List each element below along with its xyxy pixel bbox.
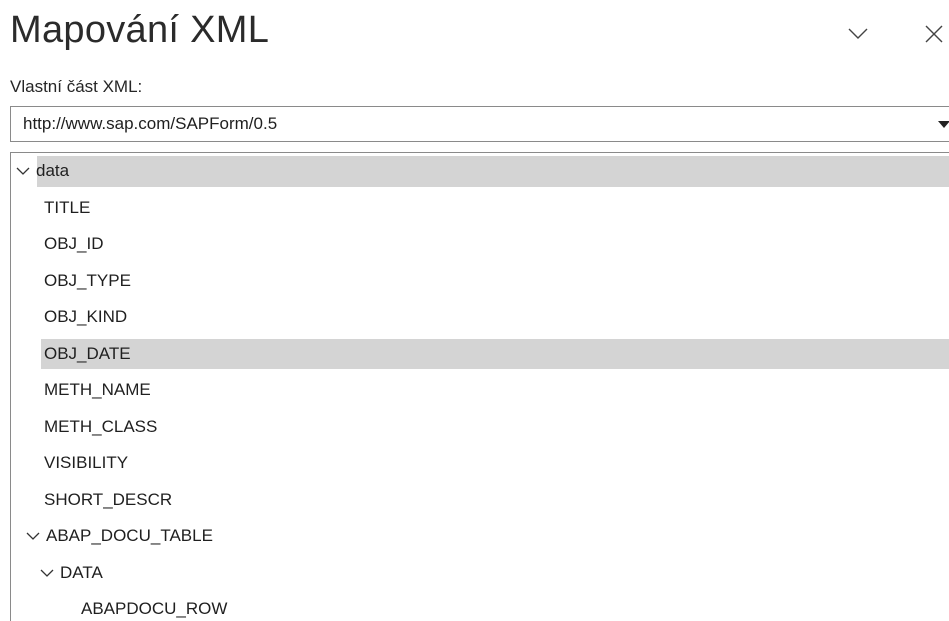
tree-node[interactable]: TITLE: [11, 190, 949, 227]
tree-node-label: ABAPDOCU_ROW: [81, 599, 228, 619]
tree-node[interactable]: OBJ_TYPE: [11, 263, 949, 300]
tree-node[interactable]: OBJ_DATE: [11, 336, 949, 373]
chevron-down-icon[interactable]: [25, 530, 41, 542]
xml-tree-view[interactable]: data TITLE OBJ_ID OBJ_TYPE OBJ_KIND OBJ_DATE M…: [10, 152, 949, 621]
tree-node[interactable]: METH_NAME: [11, 372, 949, 409]
close-icon: [925, 25, 943, 43]
tree-node-label: VISIBILITY: [44, 453, 129, 473]
tree-node-label: OBJ_TYPE: [44, 270, 131, 290]
tree-node-label: OBJ_DATE: [44, 343, 131, 363]
tree-node-label: ABAP_DOCU_TABLE: [46, 526, 213, 546]
tree-node-label: METH_CLASS: [44, 416, 158, 436]
tree-node[interactable]: OBJ_ID: [11, 226, 949, 263]
chevron-down-icon[interactable]: [15, 165, 31, 177]
chevron-down-icon: [848, 28, 868, 39]
tree-node[interactable]: SHORT_DESCR: [11, 482, 949, 519]
tree-node-label: DATA: [60, 562, 103, 582]
tree-node[interactable]: DATA: [11, 555, 949, 592]
custom-xml-part-label: Vlastní část XML:: [10, 77, 143, 96]
close-pane-button[interactable]: [918, 18, 949, 50]
tree-node-label: SHORT_DESCR: [44, 489, 173, 509]
chevron-down-icon[interactable]: [39, 567, 55, 579]
tree-node-label: OBJ_KIND: [44, 307, 128, 327]
pane-options-button[interactable]: [842, 18, 874, 50]
tree-node[interactable]: METH_CLASS: [11, 409, 949, 446]
tree-node-label: METH_NAME: [44, 380, 151, 400]
pane-title: Mapování XML: [10, 9, 270, 51]
triangle-down-icon: [938, 121, 949, 128]
tree-node[interactable]: OBJ_KIND: [11, 299, 949, 336]
custom-xml-part-value: http://www.sap.com/SAPForm/0.5: [23, 114, 278, 133]
tree-node[interactable]: ABAP_DOCU_TABLE: [11, 518, 949, 555]
xml-mapping-pane: Mapování XML Vlastní část XML: http://ww…: [0, 0, 949, 621]
tree-node[interactable]: ABAPDOCU_ROW: [11, 591, 949, 621]
tree-node-label: OBJ_ID: [44, 234, 104, 254]
custom-xml-part-dropdown[interactable]: http://www.sap.com/SAPForm/0.5: [10, 106, 949, 142]
tree-node-label: data: [36, 161, 70, 181]
tree-node[interactable]: data: [11, 153, 949, 190]
tree-node[interactable]: VISIBILITY: [11, 445, 949, 482]
tree-node-label: TITLE: [44, 197, 91, 217]
